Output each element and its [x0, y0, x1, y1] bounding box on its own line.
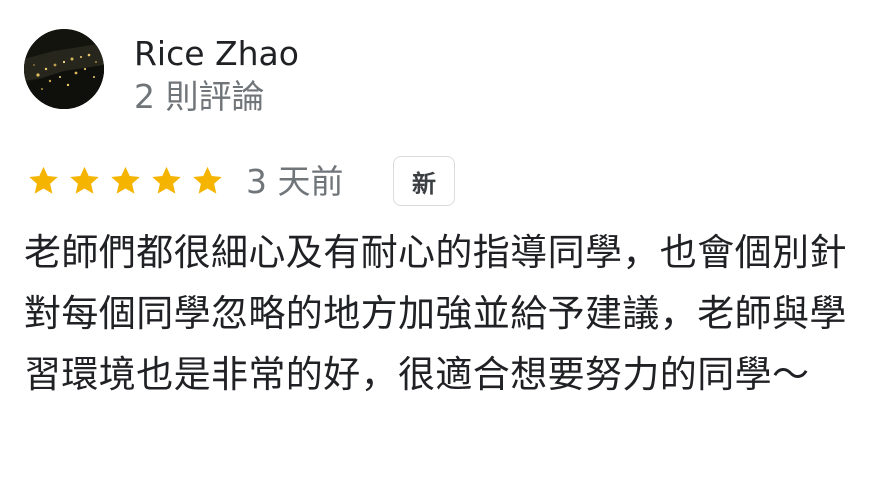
review-text: 老師們都很細心及有耐心的指導同學，也會個別針對每個同學忽略的地方加強並給予建議，…	[24, 231, 847, 396]
review-date: 3 天前	[246, 162, 344, 201]
star-icon	[70, 166, 99, 194]
star-icon	[193, 166, 222, 194]
avatar[interactable]	[24, 29, 104, 109]
star-icon	[152, 166, 181, 194]
avatar-image	[24, 29, 104, 109]
reviewer-review-count: 2 則評論	[134, 77, 265, 116]
new-badge: 新	[393, 156, 455, 206]
star-icon	[29, 166, 58, 194]
star-rating	[24, 163, 227, 199]
reviewer-name[interactable]: Rice Zhao	[134, 34, 299, 74]
star-icon	[111, 166, 140, 194]
